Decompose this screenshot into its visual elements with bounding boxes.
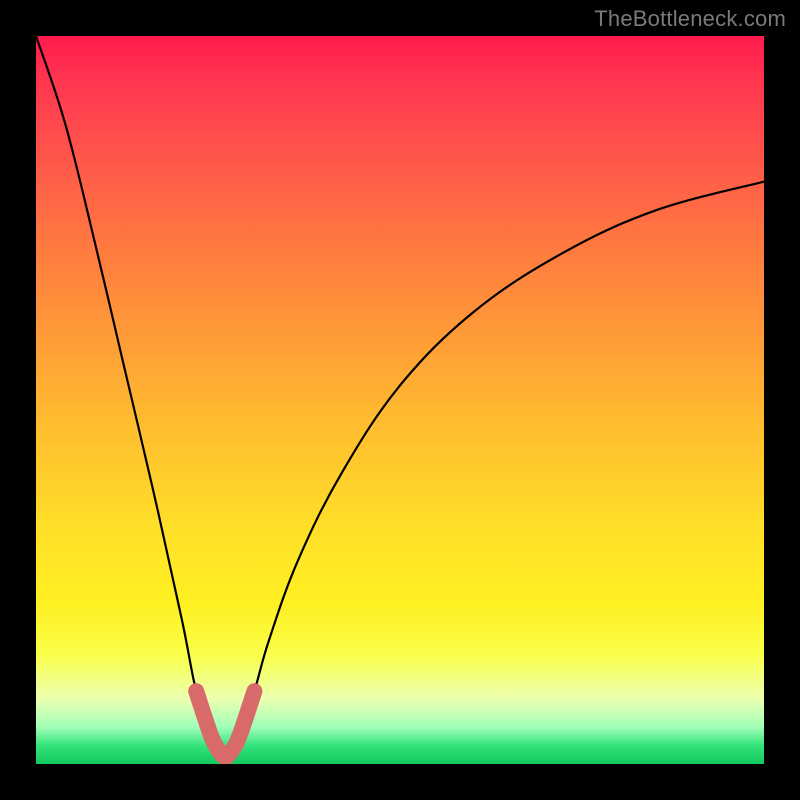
chart-frame: TheBottleneck.com: [0, 0, 800, 800]
bottleneck-curve-svg: [36, 36, 764, 764]
plot-area: [36, 36, 764, 764]
watermark-text: TheBottleneck.com: [594, 6, 786, 32]
bottleneck-curve: [36, 36, 764, 757]
highlight-segment: [196, 691, 254, 757]
